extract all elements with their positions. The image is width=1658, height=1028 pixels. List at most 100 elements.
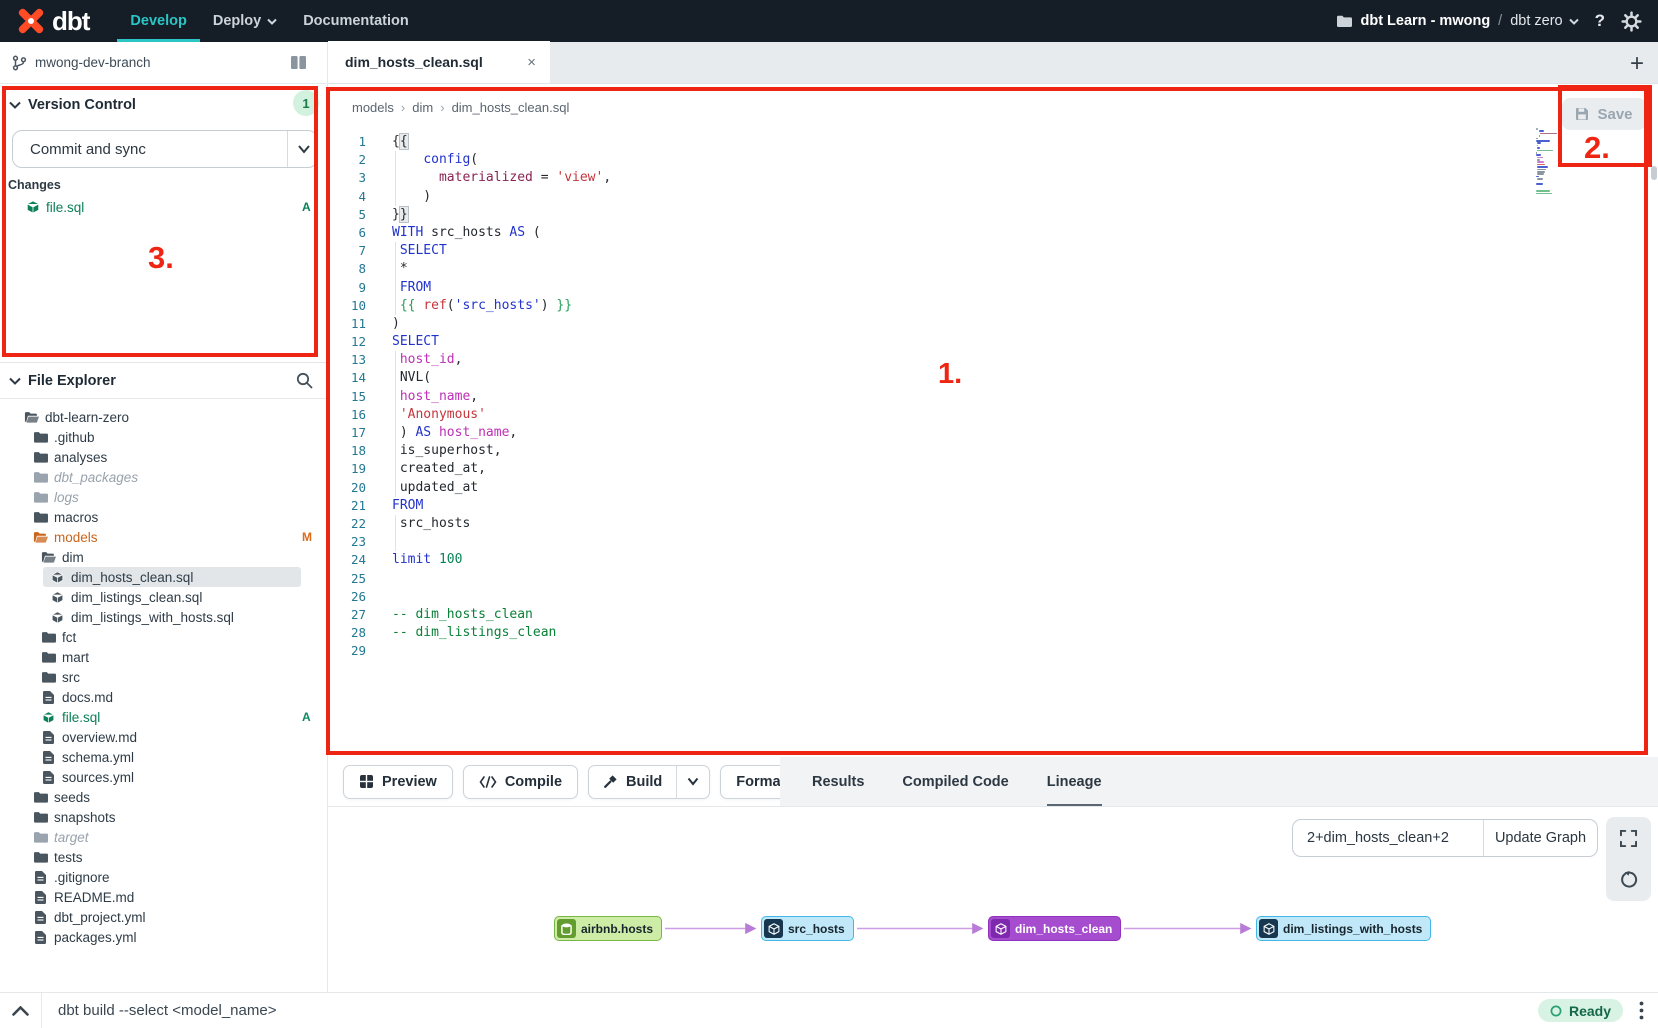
kebab-menu-icon[interactable] [1639,1001,1644,1020]
line-number: 4 [328,188,366,206]
tree-item-dbt-project-yml[interactable]: dbt_project.yml [0,907,327,927]
tree-item-snapshots[interactable]: snapshots [0,807,327,827]
line-number: 21 [328,497,366,515]
line-number: 18 [328,442,366,460]
dbt-cloud-ide: dbt Develop Deploy Documentation dbt Lea… [0,0,1658,1028]
minimap-line [1537,147,1540,149]
minimap-line [1537,164,1545,166]
scrollbar-thumb[interactable] [1651,166,1657,180]
minimap-line [1536,183,1543,185]
tree-item-overview-md[interactable]: overview.md [0,727,327,747]
folder-icon [1337,15,1352,27]
build-button[interactable]: Build [589,766,676,798]
environment-selector[interactable]: dbt zero [1510,13,1578,29]
tree-item-file-sql[interactable]: file.sqlA [0,707,327,727]
tree-item-sources-yml[interactable]: sources.yml [0,767,327,787]
nav-documentation[interactable]: Documentation [290,0,422,42]
tree-item-dim-hosts-clean-sql[interactable]: dim_hosts_clean.sql [43,567,301,587]
minimap[interactable] [1536,128,1560,197]
branch-name[interactable]: mwong-dev-branch [35,55,151,70]
chevron-down-icon [687,777,699,786]
command-input[interactable]: dbt build --select <model_name> [58,1002,276,1019]
lineage-node-dim-hosts-clean[interactable]: dim_hosts_clean [988,916,1121,941]
file-explorer-header[interactable]: File Explorer [0,363,327,399]
tab-results[interactable]: Results [812,757,864,806]
folder-icon [33,451,48,463]
commit-and-sync-button[interactable]: Commit and sync [12,130,318,168]
tree-item-readme-md[interactable]: README.md [0,887,327,907]
tab-lineage[interactable]: Lineage [1047,757,1102,806]
tree-item-schema-yml[interactable]: schema.yml [0,747,327,767]
tree-item-macros[interactable]: macros [0,507,327,527]
tree-item-logs[interactable]: logs [0,487,327,507]
tree-item-src[interactable]: src [0,667,327,687]
tree-item-dbt-packages[interactable]: dbt_packages [0,467,327,487]
minimap-line [1536,154,1541,156]
tree-item-dbt-learn-zero[interactable]: dbt-learn-zero [0,407,327,427]
tree-item-label: target [54,830,89,845]
changed-file-row[interactable]: file.sql A [0,196,328,218]
lineage-graph[interactable]: airbnb.hosts src_hosts dim_hosts_clean dim_… [328,808,1658,992]
line-number: 10 [328,297,366,315]
code-line: 14 NVL( [328,369,1528,387]
tab-dim-hosts-clean[interactable]: dim_hosts_clean.sql × [328,41,550,83]
code-text: created_at, [392,460,486,478]
tree-item-target[interactable]: target [0,827,327,847]
code-line: 2 config( [328,151,1528,169]
tree-item--github[interactable]: .github [0,427,327,447]
tree-item-packages-yml[interactable]: packages.yml [0,927,327,947]
line-number: 6 [328,224,366,242]
ready-circle-icon [1550,1005,1562,1017]
version-control-header[interactable]: Version Control [0,90,328,120]
nav-deploy[interactable]: Deploy [200,0,290,42]
model-cube-icon [991,919,1010,938]
tree-item-docs-md[interactable]: docs.md [0,687,327,707]
tree-item-analyses[interactable]: analyses [0,447,327,467]
tree-item-label: logs [54,490,79,505]
tree-item-label: README.md [54,890,134,905]
chevron-up-icon[interactable] [12,1006,29,1016]
preview-button[interactable]: Preview [343,765,453,799]
help-icon[interactable]: ? [1593,11,1607,31]
tab-compiled-code[interactable]: Compiled Code [902,757,1008,806]
search-icon[interactable] [296,372,313,389]
tree-item-label: src [62,670,80,685]
folder-open-icon [33,531,48,543]
tree-item-dim[interactable]: dim [0,547,327,567]
lineage-node-src-hosts[interactable]: src_hosts [761,916,854,941]
project-selector[interactable]: dbt Learn - mwong / dbt zero [1337,13,1578,29]
code-lines[interactable]: 1{{2 config(3 materialized = 'view',4 )5… [328,133,1528,660]
lineage-node-airbnb-hosts[interactable]: airbnb.hosts [554,916,662,941]
tree-item-models[interactable]: modelsM [0,527,327,547]
lineage-node-dim-listings-with-hosts[interactable]: dim_listings_with_hosts [1256,916,1431,941]
tree-item-mart[interactable]: mart [0,647,327,667]
tree-item--gitignore[interactable]: .gitignore [0,867,327,887]
code-line: 9 FROM [328,279,1528,297]
breadcrumb-dim[interactable]: dim [412,100,433,115]
code-editor[interactable]: models › dim › dim_hosts_clean.sql Save … [328,84,1658,757]
tree-item-dim-listings-with-hosts-sql[interactable]: dim_listings_with_hosts.sql [0,607,327,627]
breadcrumb-models[interactable]: models [352,100,394,115]
close-icon[interactable]: × [527,54,536,71]
build-options-dropdown[interactable] [676,766,709,798]
brand-text: dbt [52,6,89,37]
minimap-line [1537,171,1545,173]
chevron-down-icon[interactable] [297,142,311,156]
tree-item-seeds[interactable]: seeds [0,787,327,807]
folder-icon [33,831,48,843]
gear-icon[interactable] [1621,11,1642,32]
dbt-logo[interactable]: dbt [14,4,89,38]
breadcrumb-file[interactable]: dim_hosts_clean.sql [452,100,570,115]
save-button[interactable]: Save [1562,98,1646,130]
book-icon[interactable] [290,55,307,70]
compile-button[interactable]: Compile [463,765,578,799]
new-tab-button[interactable]: + [1630,50,1644,78]
tree-item-dim-listings-clean-sql[interactable]: dim_listings_clean.sql [0,587,327,607]
nav-develop[interactable]: Develop [117,0,199,42]
editor-tab-bar: dim_hosts_clean.sql × + [328,42,1658,84]
code-text: -- dim_listings_clean [392,624,556,642]
tree-item-fct[interactable]: fct [0,627,327,647]
tree-item-tests[interactable]: tests [0,847,327,867]
git-status-badge: A [302,710,311,724]
node-label: src_hosts [788,922,845,936]
